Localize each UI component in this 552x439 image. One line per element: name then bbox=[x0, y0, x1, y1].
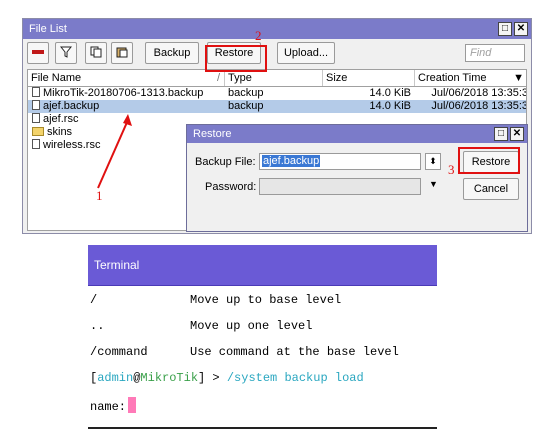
highlight-restore-button bbox=[205, 45, 267, 72]
terminal-name-prompt[interactable]: name: bbox=[90, 397, 137, 414]
maximize-icon[interactable]: □ bbox=[498, 22, 512, 36]
table-row[interactable]: MikroTik-20180706-1313.backup backup 14.… bbox=[28, 87, 526, 100]
file-icon bbox=[32, 113, 40, 123]
restore-dialog-titlebar[interactable]: Restore □ ✕ bbox=[187, 125, 527, 143]
annotation-step-3: 3 bbox=[448, 162, 455, 177]
terminal-line-cmd: .. bbox=[90, 319, 105, 333]
annotation-arrow bbox=[97, 114, 132, 189]
file-list-title: File List bbox=[29, 23, 67, 35]
paste-button[interactable] bbox=[111, 42, 133, 64]
password-label: Password: bbox=[205, 181, 257, 193]
terminal-title: Terminal bbox=[88, 245, 437, 286]
table-header: File Name / Type Size Creation Time ▼ bbox=[28, 70, 526, 87]
prompt-host: MikroTik bbox=[140, 371, 199, 385]
terminal-cursor bbox=[128, 397, 137, 413]
backup-file-dropdown-icon[interactable]: ⬍ bbox=[425, 153, 441, 170]
terminal-body[interactable]: / Move up to base level .. Move up one l… bbox=[88, 286, 437, 429]
file-icon bbox=[32, 100, 40, 110]
restore-dialog-title: Restore bbox=[193, 128, 232, 140]
terminal-line-desc: Move up one level bbox=[190, 319, 313, 333]
maximize-icon[interactable]: □ bbox=[494, 127, 508, 141]
copy-button[interactable] bbox=[85, 42, 107, 64]
filter-button[interactable] bbox=[55, 42, 77, 64]
close-icon[interactable]: ✕ bbox=[510, 127, 524, 141]
file-icon bbox=[32, 87, 40, 97]
password-field[interactable] bbox=[259, 178, 421, 195]
filter-icon bbox=[59, 46, 73, 58]
terminal-line-desc: Use command at the base level bbox=[190, 345, 399, 359]
column-file-name[interactable]: File Name / bbox=[28, 70, 225, 86]
backup-file-field[interactable]: ajef.backup bbox=[259, 153, 421, 170]
column-type[interactable]: Type bbox=[225, 70, 323, 86]
folder-icon bbox=[32, 127, 44, 136]
file-icon bbox=[32, 139, 40, 149]
terminal-line-desc: Move up to base level bbox=[190, 293, 342, 307]
restore-dialog: Restore □ ✕ Backup File: ajef.backup ⬍ P… bbox=[186, 124, 528, 232]
backup-button[interactable]: Backup bbox=[145, 42, 199, 64]
paste-icon bbox=[116, 47, 128, 58]
column-creation-time[interactable]: Creation Time ▼ bbox=[415, 70, 526, 86]
backup-file-label: Backup File: bbox=[195, 156, 256, 168]
remove-button[interactable] bbox=[27, 42, 49, 64]
prompt-command: /system backup load bbox=[226, 371, 364, 385]
find-input[interactable]: Find bbox=[465, 44, 525, 62]
column-menu-icon[interactable]: ▼ bbox=[513, 70, 524, 86]
file-list-titlebar[interactable]: File List □ ✕ bbox=[23, 19, 531, 39]
remove-icon bbox=[32, 50, 44, 54]
terminal-line-cmd: /command bbox=[90, 345, 148, 359]
prompt-user: admin bbox=[97, 371, 134, 385]
annotation-step-1: 1 bbox=[96, 188, 103, 203]
column-size[interactable]: Size bbox=[323, 70, 415, 86]
terminal-prompt-line: [admin@MikroTik] > /system backup load bbox=[90, 371, 364, 385]
password-dropdown-icon[interactable]: ▼ bbox=[429, 179, 438, 189]
close-icon[interactable]: ✕ bbox=[514, 22, 528, 36]
terminal-window: Terminal / Move up to base level .. Move… bbox=[88, 245, 437, 429]
annotation-step-2: 2 bbox=[255, 28, 262, 43]
terminal-line-cmd: / bbox=[90, 293, 98, 307]
upload-button[interactable]: Upload... bbox=[277, 42, 335, 64]
dialog-cancel-button[interactable]: Cancel bbox=[463, 178, 519, 200]
sort-indicator: / bbox=[216, 72, 220, 84]
copy-icon bbox=[90, 46, 102, 58]
highlight-dialog-restore-button bbox=[458, 147, 520, 174]
file-list-toolbar: Backup Restore Upload... Find bbox=[23, 39, 531, 67]
